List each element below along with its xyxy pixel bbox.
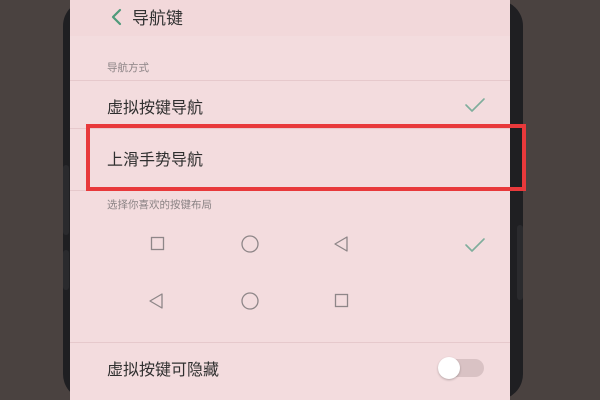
- toggle-knob[interactable]: [438, 357, 460, 379]
- layout-section-label: 选择你喜欢的按键布局: [107, 199, 212, 211]
- settings-screen: 导航键 导航方式 虚拟按键导航 上滑手势导航 选择你喜欢的按键布局 虚拟按键可隐…: [70, 0, 510, 400]
- layout-option-2[interactable]: [70, 281, 510, 321]
- phone-power-button: [517, 225, 523, 300]
- square-icon: [150, 236, 165, 251]
- title-bar: 导航键: [70, 0, 510, 36]
- checkmark-icon: [465, 98, 485, 112]
- highlight-box: [86, 124, 526, 191]
- checkmark-icon: [465, 238, 485, 252]
- back-triangle-icon: [334, 236, 348, 252]
- option-label: 虚拟按键导航: [107, 98, 204, 117]
- circle-icon: [241, 292, 259, 310]
- nav-mode-section-label: 导航方式: [107, 62, 149, 74]
- back-triangle-icon: [149, 293, 163, 309]
- back-arrow-icon[interactable]: [106, 6, 128, 28]
- divider: [70, 342, 510, 343]
- option-virtual-keys-navigation[interactable]: 虚拟按键导航: [70, 82, 510, 128]
- divider: [70, 80, 510, 81]
- phone-volume-button: [63, 250, 69, 290]
- circle-icon: [241, 235, 259, 253]
- hide-keys-label: 虚拟按键可隐藏: [107, 360, 220, 379]
- page-title: 导航键: [132, 9, 183, 29]
- phone-side-button: [63, 165, 69, 235]
- square-icon: [334, 293, 349, 308]
- layout-option-1[interactable]: [70, 224, 510, 264]
